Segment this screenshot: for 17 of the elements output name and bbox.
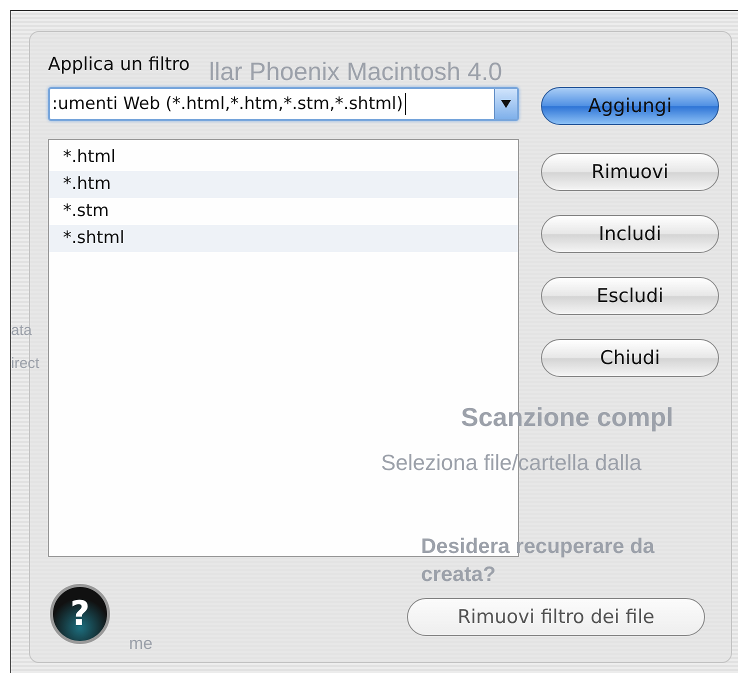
- dialog-button[interactable]: Escludi: [541, 277, 719, 315]
- dialog-title: Applica un filtro: [48, 54, 190, 75]
- pattern-item[interactable]: *.html: [49, 144, 518, 171]
- background-text: ata: [11, 323, 32, 340]
- background-text: me: [129, 635, 153, 654]
- background-text: llar Phoenix Macintosh 4.0: [209, 59, 502, 86]
- pattern-item[interactable]: *.stm: [49, 198, 518, 225]
- dialog-button[interactable]: Rimuovi: [541, 153, 719, 191]
- dialog-button[interactable]: Aggiungi: [541, 87, 719, 125]
- pattern-item[interactable]: *.htm: [49, 171, 518, 198]
- dialog-button[interactable]: Chiudi: [541, 339, 719, 377]
- dialog-button[interactable]: Includi: [541, 215, 719, 253]
- background-text: creata?: [421, 563, 496, 586]
- help-button[interactable]: ?: [50, 584, 110, 644]
- background-text: irect: [11, 356, 40, 372]
- filter-combo-box[interactable]: :umenti Web (*.html,*.htm,*.stm,*.shtml): [48, 87, 519, 121]
- pattern-item[interactable]: *.shtml: [49, 225, 518, 252]
